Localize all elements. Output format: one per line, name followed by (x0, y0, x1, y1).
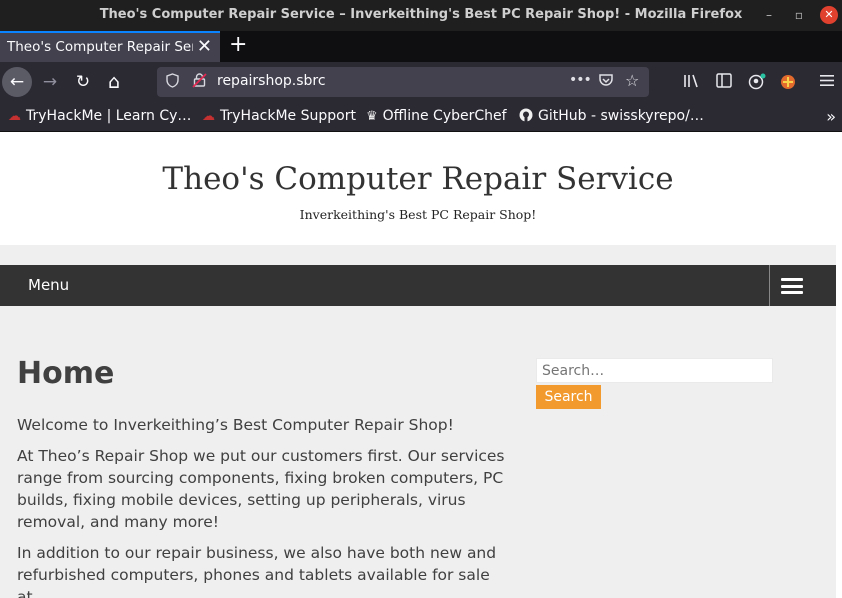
tryhackme-icon: ☁ (202, 109, 215, 124)
navigation-toolbar: ← → ↻ ⌂ repairshop.sbrc ••• ☆ (0, 62, 842, 102)
tab-label: Theo's Computer Repair Service (7, 39, 193, 55)
main-content: Home Welcome to Inverkeithing’s Best Com… (17, 354, 507, 598)
url-bar[interactable]: repairshop.sbrc ••• ☆ (157, 67, 649, 97)
menu-label[interactable]: Menu (28, 276, 69, 294)
window-titlebar: Theo's Computer Repair Service – Inverke… (0, 0, 842, 31)
bookmark-label: TryHackMe Support (220, 108, 356, 124)
chef-icon: ♛ (366, 109, 378, 124)
window-title: Theo's Computer Repair Service – Inverke… (99, 7, 743, 22)
bookmark-label: Offline CyberChef (382, 108, 507, 124)
bookmark-label: GitHub - swisskyrepo/… (538, 108, 704, 124)
bookmark-label: TryHackMe | Learn Cy… (26, 108, 192, 124)
bookmarks-toolbar: ☁ TryHackMe | Learn Cy… ☁ TryHackMe Suppor… (0, 102, 842, 132)
back-button[interactable]: ← (2, 67, 32, 97)
content-paragraph: At Theo’s Repair Shop we put our custome… (17, 447, 505, 531)
tab-strip: Theo's Computer Repair Service ✕ + (0, 31, 842, 62)
bookmark-star-icon[interactable]: ☆ (625, 71, 639, 90)
search-button[interactable]: Search (536, 385, 601, 409)
url-text[interactable]: repairshop.sbrc (217, 73, 326, 89)
content-paragraph: In addition to our repair business, we a… (17, 544, 497, 598)
web-page: Theo's Computer Repair Service Inverkeit… (0, 132, 836, 598)
new-tab-button[interactable]: + (229, 32, 247, 57)
tab-close-icon[interactable]: ✕ (197, 36, 212, 57)
bookmark-item[interactable]: ☁ TryHackMe Support (202, 108, 356, 124)
reload-button[interactable]: ↻ (68, 67, 98, 97)
hamburger-menu-icon[interactable] (781, 278, 803, 294)
extension-icon[interactable] (779, 73, 797, 94)
scrollbar[interactable] (836, 132, 842, 598)
shield-icon[interactable] (166, 73, 179, 92)
content-paragraph: Welcome to Inverkeithing’s Best Computer… (17, 416, 454, 434)
app-menu-icon[interactable] (820, 73, 834, 91)
bookmark-item[interactable]: GitHub - swisskyrepo/… (519, 108, 704, 124)
close-window-button[interactable]: ✕ (820, 6, 838, 24)
site-menu-bar: Menu (0, 265, 836, 306)
library-icon[interactable] (683, 73, 700, 93)
account-icon[interactable] (748, 73, 766, 94)
bookmarks-overflow-icon[interactable]: » (826, 107, 836, 126)
search-input[interactable] (536, 358, 773, 383)
insecure-lock-icon[interactable] (192, 73, 207, 92)
minimize-button[interactable]: – (760, 6, 778, 24)
bookmark-item[interactable]: ♛ Offline CyberChef (366, 108, 507, 124)
site-header: Theo's Computer Repair Service Inverkeit… (0, 132, 836, 245)
pocket-icon[interactable] (598, 72, 614, 92)
page-heading: Home (17, 356, 115, 391)
page-actions-icon[interactable]: ••• (569, 72, 592, 88)
forward-button[interactable]: → (35, 67, 65, 97)
github-icon (519, 108, 533, 124)
tryhackme-icon: ☁ (8, 109, 21, 124)
home-button[interactable]: ⌂ (99, 67, 129, 97)
site-title[interactable]: Theo's Computer Repair Service (0, 161, 836, 197)
menu-divider (769, 265, 770, 306)
bookmark-item[interactable]: ☁ TryHackMe | Learn Cy… (8, 108, 191, 124)
tab-active[interactable]: Theo's Computer Repair Service ✕ (0, 31, 220, 62)
sidebar-icon[interactable] (716, 73, 732, 92)
maximize-button[interactable]: ▫ (790, 6, 808, 24)
site-tagline: Inverkeithing's Best PC Repair Shop! (299, 207, 537, 222)
